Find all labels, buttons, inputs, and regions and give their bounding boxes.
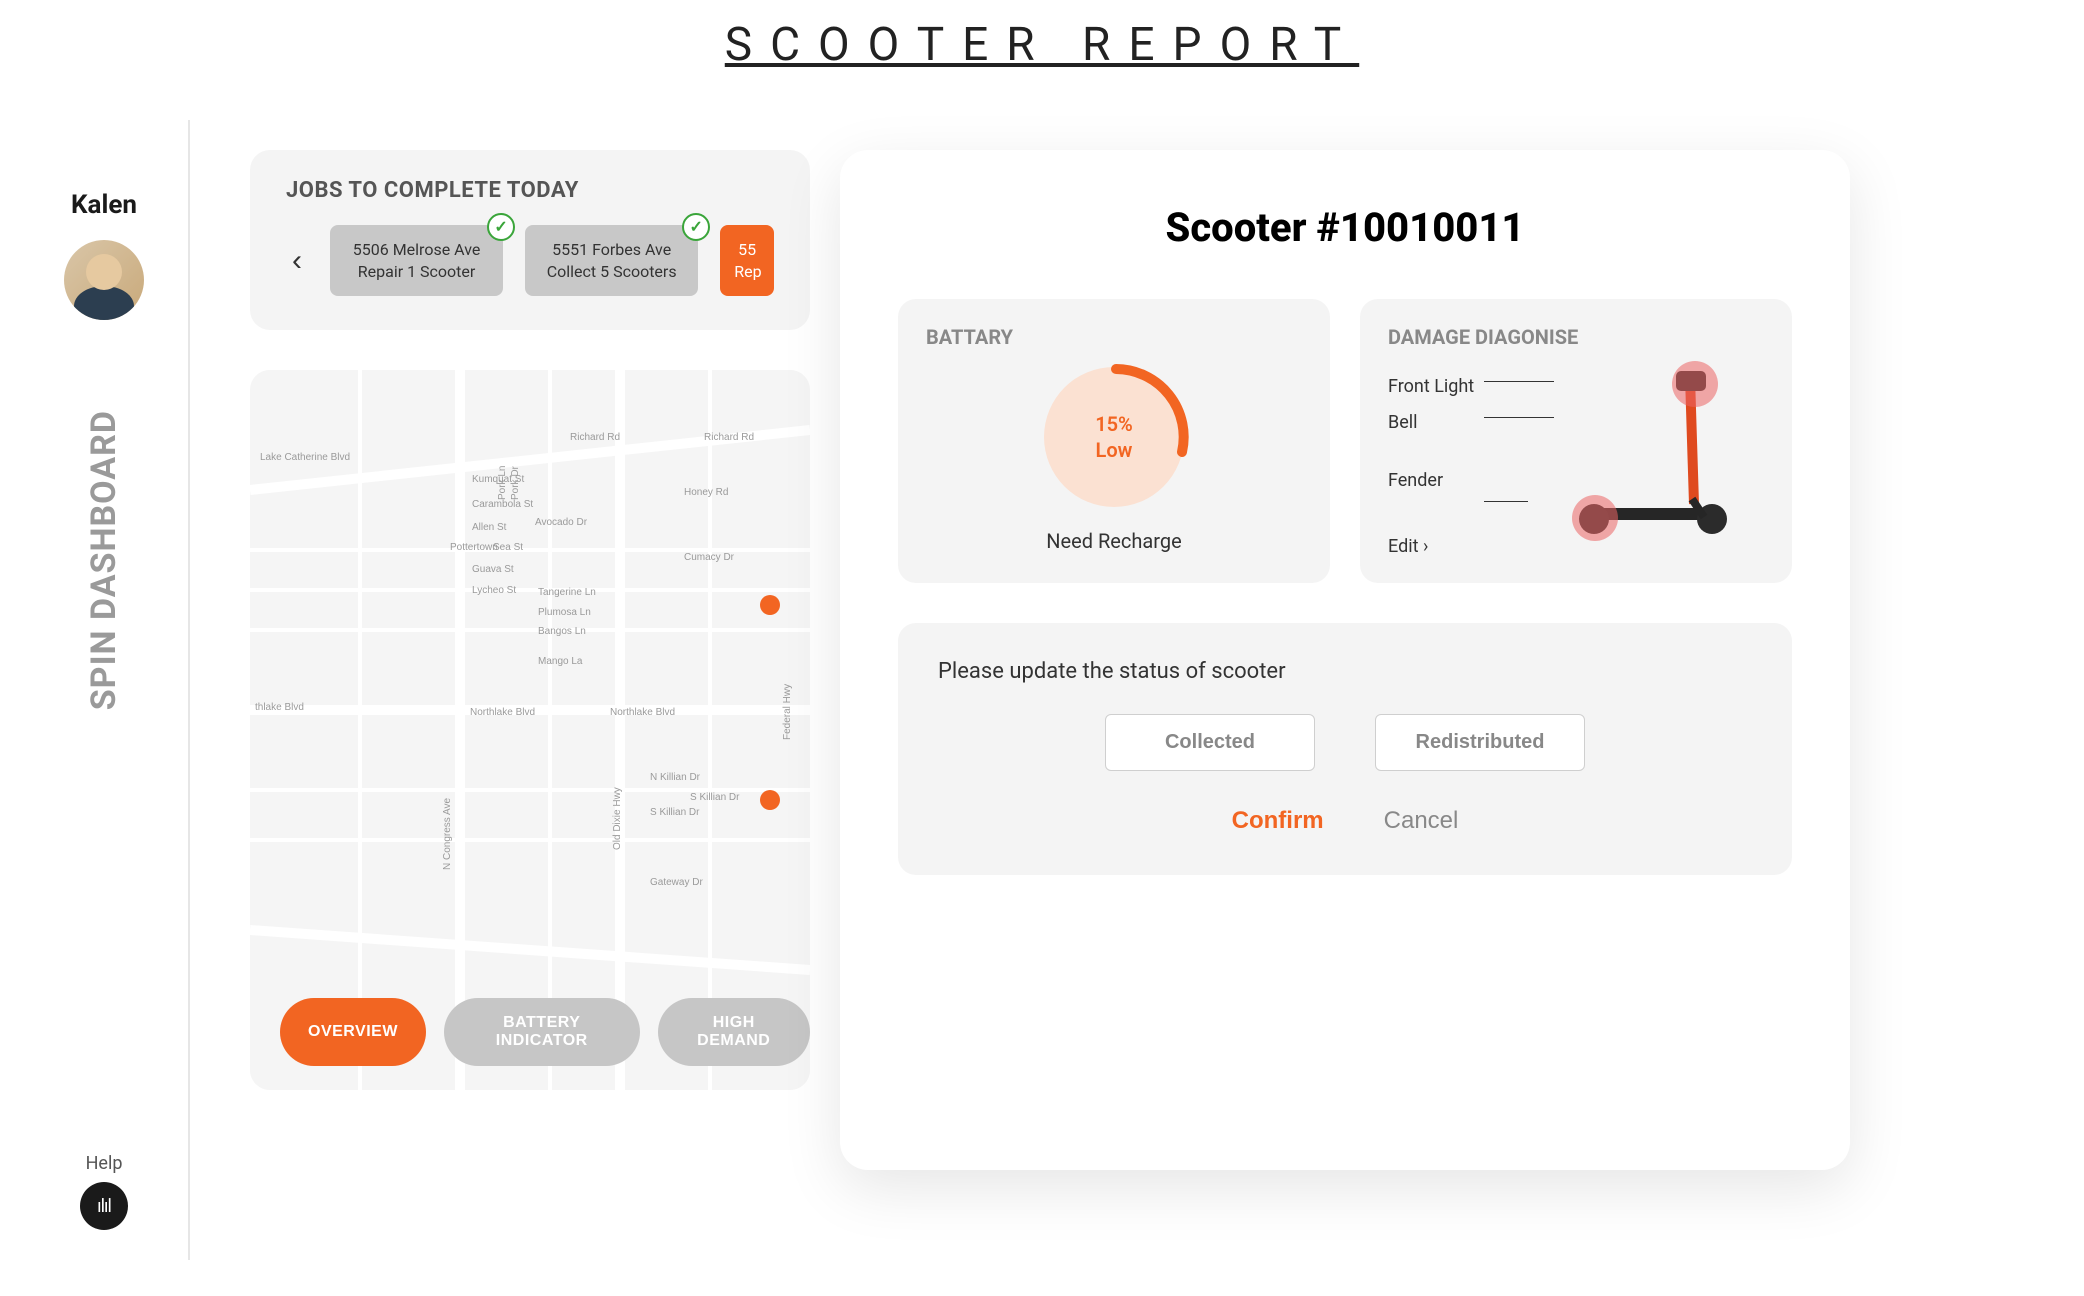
jobs-prev-button[interactable]: ‹ xyxy=(286,244,308,278)
svg-text:Allen St: Allen St xyxy=(472,522,507,533)
tab-overview[interactable]: OVERVIEW xyxy=(280,998,426,1066)
help-label: Help xyxy=(86,1153,123,1174)
damage-heading: DAMAGE DIAGONISE xyxy=(1388,325,1764,349)
svg-text:Cumacy Dr: Cumacy Dr xyxy=(684,552,735,563)
edit-damage-link[interactable]: Edit › xyxy=(1388,536,1428,557)
battery-caption: Need Recharge xyxy=(926,529,1302,553)
damage-part: Front Light xyxy=(1388,369,1474,405)
svg-text:Sea St: Sea St xyxy=(493,542,523,553)
svg-text:Honey Rd: Honey Rd xyxy=(684,487,728,498)
damage-part: Fender xyxy=(1388,463,1474,499)
scooter-report-modal: Scooter #10010011 BATTARY 15% Low xyxy=(840,150,1850,1170)
redistributed-button[interactable]: Redistributed xyxy=(1375,714,1585,771)
modal-title: Scooter #10010011 xyxy=(898,204,1792,251)
svg-text:Guava St: Guava St xyxy=(472,564,514,575)
svg-text:Northlake Blvd: Northlake Blvd xyxy=(610,707,675,718)
svg-text:Tangerine Ln: Tangerine Ln xyxy=(538,587,596,598)
collected-button[interactable]: Collected xyxy=(1105,714,1315,771)
svg-text:S Killian Dr: S Killian Dr xyxy=(650,807,700,818)
check-icon: ✓ xyxy=(487,213,515,241)
job-line1: 5551 Forbes Ave xyxy=(539,239,684,261)
svg-text:Gateway Dr: Gateway Dr xyxy=(650,877,703,888)
battery-card: BATTARY 15% Low Need Recharge xyxy=(898,299,1330,583)
brand-label: SPIN DASHBOARD xyxy=(84,410,124,710)
damage-card: DAMAGE DIAGONISE Front Light Bell Fender xyxy=(1360,299,1792,583)
damage-part: Bell xyxy=(1388,405,1474,441)
update-status-panel: Please update the status of scooter Coll… xyxy=(898,623,1792,875)
job-card[interactable]: ✓ 5506 Melrose Ave Repair 1 Scooter xyxy=(330,225,503,296)
sidebar: Kalen SPIN DASHBOARD Help ılıl xyxy=(20,120,190,1260)
update-prompt: Please update the status of scooter xyxy=(938,659,1752,684)
svg-text:Pork Dr: Pork Dr xyxy=(510,466,521,501)
svg-text:Richard Rd: Richard Rd xyxy=(570,432,620,443)
app-frame: Kalen SPIN DASHBOARD Help ılıl JOBS TO C… xyxy=(20,120,2064,1260)
damage-spot-icon xyxy=(1572,495,1618,541)
svg-text:Lake Catherine Blvd: Lake Catherine Blvd xyxy=(260,452,350,463)
help-widget[interactable]: Help ılıl xyxy=(80,1153,128,1230)
job-line1: 5506 Melrose Ave xyxy=(344,239,489,261)
map-tabs: OVERVIEW BATTERY INDICATOR HIGH DEMAND xyxy=(280,998,810,1066)
svg-text:Lycheo St: Lycheo St xyxy=(472,585,516,596)
battery-gauge: 15% Low xyxy=(1044,367,1184,507)
svg-text:Old Dixie Hwy: Old Dixie Hwy xyxy=(612,787,623,850)
svg-text:Northlake Blvd: Northlake Blvd xyxy=(470,707,535,718)
svg-text:Richard Rd: Richard Rd xyxy=(704,432,754,443)
svg-text:Pottertown: Pottertown xyxy=(450,542,498,553)
svg-text:Plumosa Ln: Plumosa Ln xyxy=(538,607,591,618)
svg-text:Bangos Ln: Bangos Ln xyxy=(538,626,586,637)
svg-text:N Killian Dr: N Killian Dr xyxy=(650,772,701,783)
svg-text:Federal Hwy: Federal Hwy xyxy=(782,684,793,740)
jobs-panel: JOBS TO COMPLETE TODAY ‹ ✓ 5506 Melrose … xyxy=(250,150,810,330)
job-line2: Collect 5 Scooters xyxy=(539,261,684,283)
damage-spot-icon xyxy=(1672,361,1718,407)
jobs-heading: JOBS TO COMPLETE TODAY xyxy=(286,178,774,203)
svg-text:Mango La: Mango La xyxy=(538,656,583,667)
help-icon[interactable]: ılıl xyxy=(80,1182,128,1230)
job-line2: Rep xyxy=(734,261,760,283)
cancel-button[interactable]: Cancel xyxy=(1384,807,1459,835)
main: JOBS TO COMPLETE TODAY ‹ ✓ 5506 Melrose … xyxy=(190,120,2064,1260)
tab-demand[interactable]: HIGH DEMAND xyxy=(658,998,810,1066)
battery-heading: BATTARY xyxy=(926,325,1302,349)
check-icon: ✓ xyxy=(682,213,710,241)
map[interactable]: Lake Catherine Blvd Richard Rd Richard R… xyxy=(250,370,810,1090)
avatar[interactable] xyxy=(64,240,144,320)
svg-text:thlake Blvd: thlake Blvd xyxy=(255,702,304,713)
scooter-diagram xyxy=(1564,369,1744,539)
job-line2: Repair 1 Scooter xyxy=(344,261,489,283)
svg-text:Avocado Dr: Avocado Dr xyxy=(535,517,588,528)
page-title: SCOOTER REPORT xyxy=(0,0,2084,80)
svg-text:Pork Ln: Pork Ln xyxy=(497,466,508,500)
job-card[interactable]: ✓ 5551 Forbes Ave Collect 5 Scooters xyxy=(525,225,698,296)
job-line1: 55 xyxy=(734,239,760,261)
username: Kalen xyxy=(71,190,137,220)
svg-text:N Congress Ave: N Congress Ave xyxy=(442,798,453,871)
job-card-active[interactable]: 55 Rep xyxy=(720,225,774,296)
tab-battery[interactable]: BATTERY INDICATOR xyxy=(444,998,640,1066)
jobs-row: ‹ ✓ 5506 Melrose Ave Repair 1 Scooter ✓ … xyxy=(286,225,774,296)
svg-text:S Killian Dr: S Killian Dr xyxy=(690,792,740,803)
confirm-button[interactable]: Confirm xyxy=(1232,807,1324,835)
